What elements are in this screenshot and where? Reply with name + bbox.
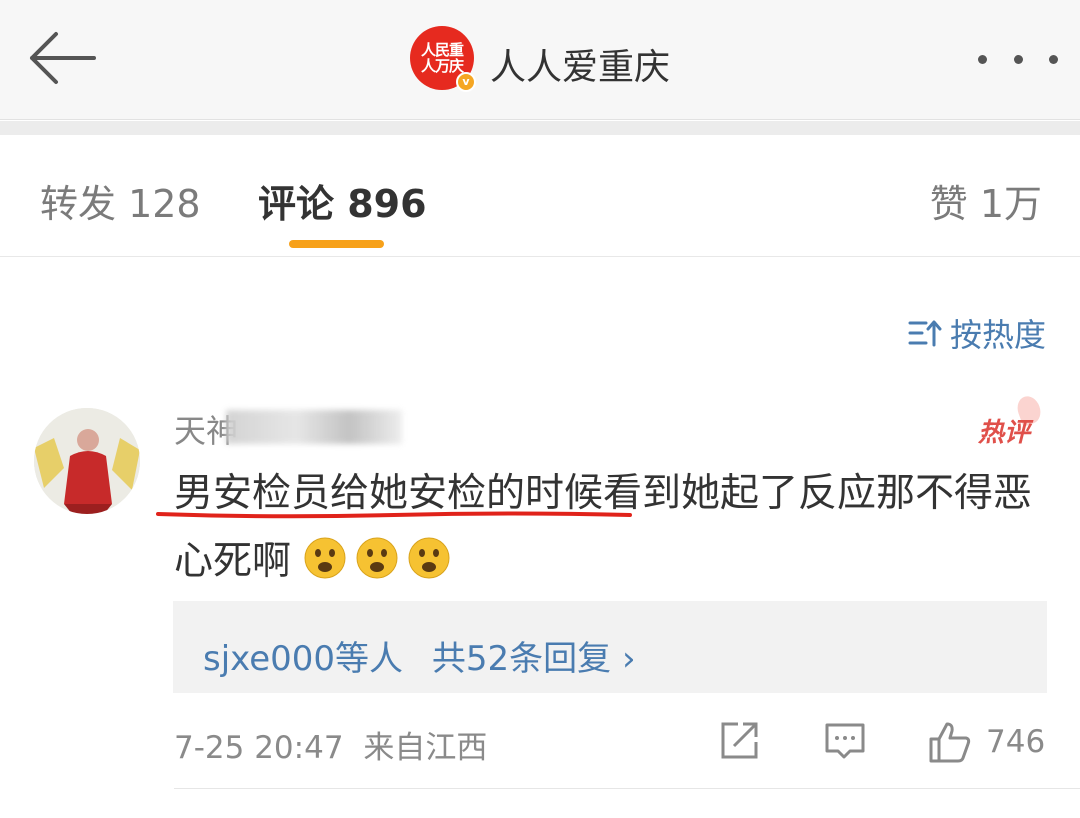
comment-meta: 7-25 20:47 来自江西 [174, 722, 487, 767]
reply-users: sjxe000等人 [203, 639, 404, 679]
reply-count: 共52条回复 [431, 639, 612, 679]
comment-body: 男安检员给她安检的时候看到她起了反应那不得恶心死啊 [174, 460, 1034, 596]
tab-likes[interactable]: 赞 1万 [930, 173, 1042, 228]
account-avatar-logo[interactable]: 人民重 人万庆 v [410, 26, 476, 92]
more-dots-icon [978, 54, 987, 64]
reply-button[interactable] [824, 720, 866, 766]
logo-text-line1: 人民重 [420, 41, 464, 59]
tab-bar: 转发 128 评论 896 赞 1万 [0, 135, 1080, 257]
frown-emoji-icon [356, 537, 398, 579]
more-dot [1013, 54, 1023, 64]
tab-comments[interactable]: 评论 896 [258, 173, 427, 228]
verified-badge-icon: v [456, 72, 476, 92]
section-divider [0, 121, 1080, 135]
more-dot [1049, 54, 1058, 64]
comment-divider [174, 788, 1080, 789]
like-button[interactable]: 746 [928, 720, 1045, 764]
arrow-left-icon [30, 32, 96, 84]
like-count: 746 [986, 724, 1046, 760]
logo-text-line2: 人万庆 [420, 57, 464, 75]
more-button[interactable] [978, 44, 1058, 74]
hot-comment-badge: 热评 [977, 418, 1030, 448]
page-title[interactable]: 人人爱重庆 [490, 38, 670, 90]
handdrawn-underline-mark [156, 511, 632, 519]
comment-location: 来自江西 [363, 730, 488, 766]
avatar-image [34, 408, 140, 514]
top-bar: 人民重 人万庆 v 人人爱重庆 [0, 0, 1080, 120]
thumbs-up-icon [929, 722, 971, 763]
comment-bubble-icon [825, 723, 865, 759]
back-button[interactable] [24, 28, 100, 88]
commenter-avatar[interactable] [34, 408, 140, 514]
frown-emoji-icon [304, 537, 346, 579]
sort-by-hot-button[interactable]: 按热度 [908, 310, 1046, 356]
share-icon [721, 722, 758, 759]
frown-emoji-icon [408, 537, 450, 579]
tab-repost[interactable]: 转发 128 [40, 173, 201, 228]
sort-label: 按热度 [949, 316, 1046, 354]
sort-icon [908, 320, 942, 347]
chevron-right-icon: › [621, 639, 636, 679]
username-redaction [226, 410, 402, 444]
active-tab-indicator [289, 240, 384, 248]
replies-preview-link[interactable]: sjxe000等人 共52条回复 › [173, 601, 1047, 693]
share-button[interactable] [718, 720, 760, 766]
comment-timestamp: 7-25 20:47 [174, 730, 344, 766]
